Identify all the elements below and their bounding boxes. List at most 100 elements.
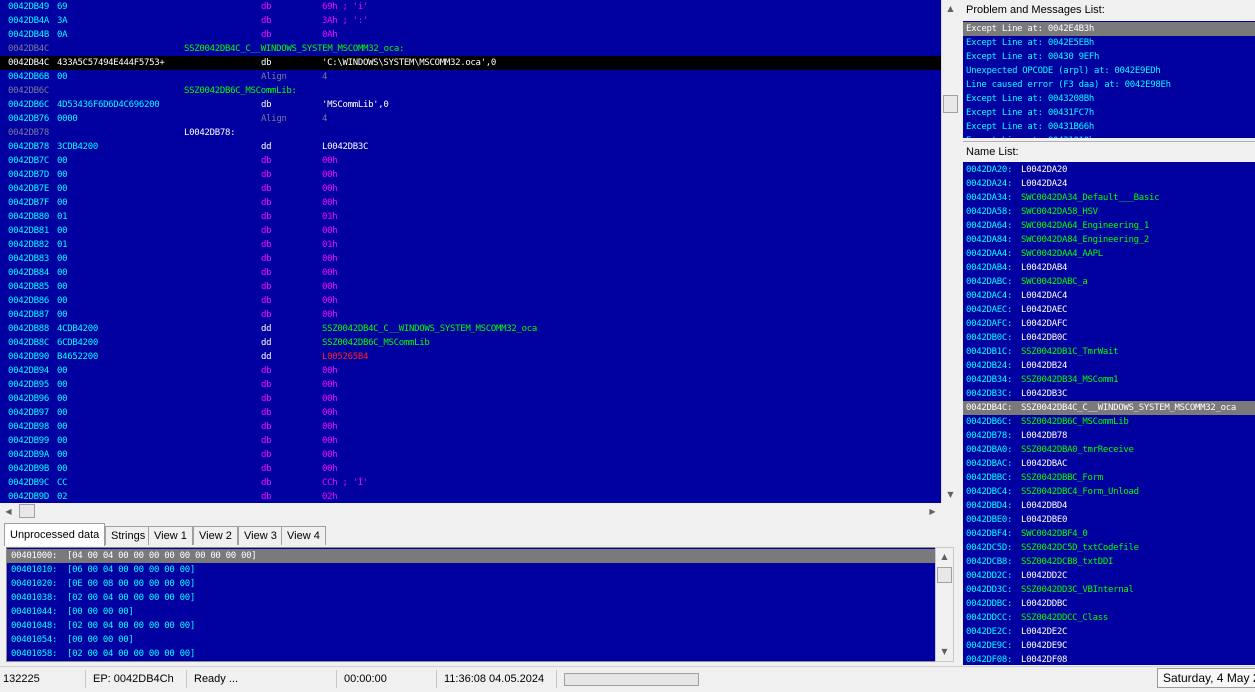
name-list-item[interactable]: 0042DAB4: L0042DAB4 bbox=[963, 261, 1255, 275]
scroll-down-arrow-icon[interactable]: ▼ bbox=[942, 486, 959, 503]
names-list[interactable]: 0042DA20: L0042DA20 0042DA24: L0042DA24 0042… bbox=[963, 162, 1255, 665]
disasm-line[interactable]: 0042DB94 00 db 00h bbox=[0, 364, 941, 378]
disasm-line[interactable]: 0042DB76 0000 Align 4 bbox=[0, 112, 941, 126]
name-list-item[interactable]: 0042DB6C: SSZ0042DB6C_MSCommLib bbox=[963, 415, 1255, 429]
name-list-item[interactable]: 0042DBA0: SSZ0042DBA0_tmrReceive bbox=[963, 443, 1255, 457]
name-list-item[interactable]: 0042DB4C: SSZ0042DB4C_C__WINDOWS_SYSTEM_M… bbox=[963, 401, 1255, 415]
name-list-item[interactable]: 0042DBBC: SSZ0042DBBC_Form bbox=[963, 471, 1255, 485]
hscrollbar-thumb[interactable] bbox=[19, 504, 35, 518]
disasm-line[interactable]: 0042DB7E 00 db 00h bbox=[0, 182, 941, 196]
name-list-item[interactable]: 0042DABC: SWC0042DABC_a bbox=[963, 275, 1255, 289]
name-list-item[interactable]: 0042DAC4: L0042DAC4 bbox=[963, 289, 1255, 303]
name-list-item[interactable]: 0042DA84: SWC0042DA84_Engineering_2 bbox=[963, 233, 1255, 247]
data-row[interactable]: 00401010: [06 00 04 00 00 00 00 00] bbox=[7, 563, 936, 577]
name-list-item[interactable]: 0042DE9C: L0042DE9C bbox=[963, 639, 1255, 653]
disasm-line[interactable]: 0042DB99 00 db 00h bbox=[0, 434, 941, 448]
problem-item[interactable]: Except Line at: 00430 9EFh bbox=[963, 50, 1255, 64]
name-list-item[interactable]: 0042DAEC: L0042DAEC bbox=[963, 303, 1255, 317]
data-scroll-down-arrow-icon[interactable]: ▼ bbox=[936, 643, 953, 660]
problem-item[interactable]: Unexpected OPCODE (arpl) at: 0042E9EDh bbox=[963, 64, 1255, 78]
disasm-line[interactable]: 0042DB82 01 db 01h bbox=[0, 238, 941, 252]
problem-item[interactable]: Except Line at: 00431010h bbox=[963, 134, 1255, 138]
name-list-item[interactable]: 0042DB0C: L0042DB0C bbox=[963, 331, 1255, 345]
disasm-line[interactable]: 0042DB85 00 db 00h bbox=[0, 280, 941, 294]
disasm-line[interactable]: 0042DB6C 4D53436F6D6D4C696200 db 'MSCommLib… bbox=[0, 98, 941, 112]
unprocessed-data-view[interactable]: 00401000: [04 00 04 00 00 00 00 00 00 00 … bbox=[6, 547, 937, 662]
disasm-line[interactable]: 0042DB95 00 db 00h bbox=[0, 378, 941, 392]
tab-view-3[interactable]: View 3 bbox=[238, 526, 283, 545]
name-list-item[interactable]: 0042DBF4: SWC0042DBF4_0 bbox=[963, 527, 1255, 541]
scroll-left-arrow-icon[interactable]: ◀ bbox=[0, 503, 17, 520]
disasm-line[interactable]: 0042DB4A 3A db 3Ah ; ':' bbox=[0, 14, 941, 28]
name-list-item[interactable]: 0042DB3C: L0042DB3C bbox=[963, 387, 1255, 401]
disasm-line[interactable]: 0042DB4B 0A db 0Ah bbox=[0, 28, 941, 42]
name-list-item[interactable]: 0042DDCC: SSZ0042DDCC_Class bbox=[963, 611, 1255, 625]
data-row[interactable]: 00401020: [0E 00 08 00 00 00 00 00] bbox=[7, 577, 936, 591]
disasm-line[interactable]: 0042DB9A 00 db 00h bbox=[0, 448, 941, 462]
disasm-line[interactable]: 0042DB90 B4652200 dd L005265B4 bbox=[0, 350, 941, 364]
disassembly-vertical-scrollbar[interactable]: ▲ ▼ bbox=[941, 0, 959, 503]
tab-strings[interactable]: Strings bbox=[105, 526, 152, 545]
disasm-line[interactable]: 0042DB98 00 db 00h bbox=[0, 420, 941, 434]
scrollbar-thumb[interactable] bbox=[943, 95, 958, 113]
data-scrollbar-thumb[interactable] bbox=[937, 567, 952, 583]
problem-item[interactable]: Except Line at: 00431FC7h bbox=[963, 106, 1255, 120]
problem-item[interactable]: Except Line at: 00431B66h bbox=[963, 120, 1255, 134]
tab-view-4[interactable]: View 4 bbox=[281, 526, 326, 545]
disasm-line[interactable]: 0042DB6B 00 Align 4 bbox=[0, 70, 941, 84]
name-list-item[interactable]: 0042DBD4: L0042DBD4 bbox=[963, 499, 1255, 513]
name-list-item[interactable]: 0042DA20: L0042DA20 bbox=[963, 163, 1255, 177]
disasm-line[interactable]: 0042DB87 00 db 00h bbox=[0, 308, 941, 322]
data-row[interactable]: 00401000: [04 00 04 00 00 00 00 00 00 00 … bbox=[7, 549, 936, 563]
disasm-line[interactable]: 0042DB7C 00 db 00h bbox=[0, 154, 941, 168]
problem-item[interactable]: Line caused error (F3 daa) at: 0042E98Eh bbox=[963, 78, 1255, 92]
tab-view-2[interactable]: View 2 bbox=[193, 526, 238, 545]
name-list-item[interactable]: 0042DB34: SSZ0042DB34_MSComm1 bbox=[963, 373, 1255, 387]
data-row[interactable]: 00401038: [02 00 04 00 00 00 00 00] bbox=[7, 591, 936, 605]
disasm-line[interactable]: 0042DB9C CC db CCh ; 'Ì' bbox=[0, 476, 941, 490]
name-list-item[interactable]: 0042DB24: L0042DB24 bbox=[963, 359, 1255, 373]
disasm-line[interactable]: 0042DB81 00 db 00h bbox=[0, 224, 941, 238]
disasm-line[interactable]: 0042DB9D 02 db 02h bbox=[0, 490, 941, 503]
data-row[interactable]: 00401054: [00 00 00 00] bbox=[7, 633, 936, 647]
scroll-up-arrow-icon[interactable]: ▲ bbox=[942, 0, 959, 17]
name-list-item[interactable]: 0042DA24: L0042DA24 bbox=[963, 177, 1255, 191]
name-list-item[interactable]: 0042DBC4: SSZ0042DBC4_Form_Unload bbox=[963, 485, 1255, 499]
name-list-item[interactable]: 0042DDBC: L0042DDBC bbox=[963, 597, 1255, 611]
disasm-line[interactable]: 0042DB7D 00 db 00h bbox=[0, 168, 941, 182]
disasm-line[interactable]: 0042DB78 L0042DB78: bbox=[0, 126, 941, 140]
disasm-line[interactable]: 0042DB96 00 db 00h bbox=[0, 392, 941, 406]
disasm-line[interactable]: 0042DB86 00 db 00h bbox=[0, 294, 941, 308]
disassembly-horizontal-scrollbar[interactable]: ◀ ▶ bbox=[0, 503, 941, 519]
data-row[interactable]: 00401058: [02 00 04 00 00 00 00 00] bbox=[7, 647, 936, 661]
scroll-right-arrow-icon[interactable]: ▶ bbox=[924, 503, 941, 520]
disasm-line[interactable]: 0042DB6C SSZ0042DB6C_MSCommLib: bbox=[0, 84, 941, 98]
name-list-item[interactable]: 0042DAA4: SWC0042DAA4_AAPL bbox=[963, 247, 1255, 261]
disasm-line[interactable]: 0042DB4C 433A5C57494E444F5753+ db 'C:\WINDO… bbox=[0, 56, 941, 70]
name-list-item[interactable]: 0042DAFC: L0042DAFC bbox=[963, 317, 1255, 331]
disassembly-view[interactable]: 0042DB49 69 db 69h ; 'i' 0042DB4A 3A db 3Ah ; '… bbox=[0, 0, 941, 503]
disasm-line[interactable]: 0042DB9B 00 db 00h bbox=[0, 462, 941, 476]
disasm-line[interactable]: 0042DB49 69 db 69h ; 'i' bbox=[0, 0, 941, 14]
data-row[interactable]: 00401048: [02 00 04 00 00 00 00 00] bbox=[7, 619, 936, 633]
problems-list[interactable]: Except Line at: 0042E4B3h Except Line at:… bbox=[963, 21, 1255, 138]
name-list-item[interactable]: 0042DB1C: SSZ0042DB1C_TmrWait bbox=[963, 345, 1255, 359]
tab-unprocessed-data[interactable]: Unprocessed data bbox=[4, 523, 106, 546]
name-list-item[interactable]: 0042DBAC: L0042DBAC bbox=[963, 457, 1255, 471]
name-list-item[interactable]: 0042DB78: L0042DB78 bbox=[963, 429, 1255, 443]
name-list-item[interactable]: 0042DE2C: L0042DE2C bbox=[963, 625, 1255, 639]
problem-item[interactable]: Except Line at: 0042E5EBh bbox=[963, 36, 1255, 50]
data-vertical-scrollbar[interactable]: ▲ ▼ bbox=[935, 547, 954, 662]
name-list-item[interactable]: 0042DCB8: SSZ0042DCB8_txtDDI bbox=[963, 555, 1255, 569]
name-list-item[interactable]: 0042DBE0: L0042DBE0 bbox=[963, 513, 1255, 527]
name-list-item[interactable]: 0042DF08: L0042DF08 bbox=[963, 653, 1255, 665]
name-list-item[interactable]: 0042DA64: SWC0042DA64_Engineering_1 bbox=[963, 219, 1255, 233]
data-row[interactable]: 00401044: [00 00 00 00] bbox=[7, 605, 936, 619]
problem-item[interactable]: Except Line at: 0043208Bh bbox=[963, 92, 1255, 106]
name-list-item[interactable]: 0042DD2C: L0042DD2C bbox=[963, 569, 1255, 583]
name-list-item[interactable]: 0042DA58: SWC0042DA58_HSV bbox=[963, 205, 1255, 219]
problem-item[interactable]: Except Line at: 0042E4B3h bbox=[963, 22, 1255, 36]
name-list-item[interactable]: 0042DA34: SWC0042DA34_Default___Basic bbox=[963, 191, 1255, 205]
disasm-line[interactable]: 0042DB88 4CDB4200 dd SSZ0042DB4C_C__WINDOWS… bbox=[0, 322, 941, 336]
disasm-line[interactable]: 0042DB8C 6CDB4200 dd SSZ0042DB6C_MSCommLib bbox=[0, 336, 941, 350]
